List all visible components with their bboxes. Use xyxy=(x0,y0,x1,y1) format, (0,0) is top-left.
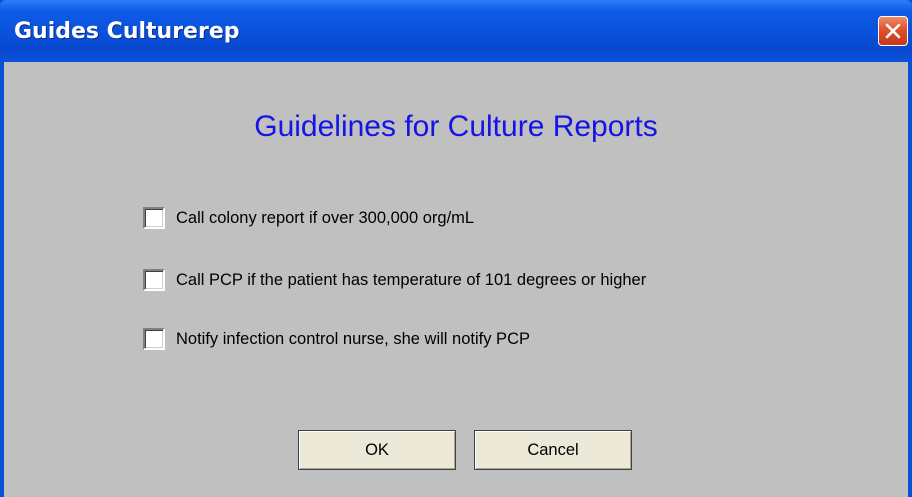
option-label: Call PCP if the patient has temperature … xyxy=(176,270,647,289)
checkbox[interactable] xyxy=(143,269,165,291)
option-call-colony-report[interactable]: Call colony report if over 300,000 org/m… xyxy=(143,205,474,231)
title-bar[interactable]: Guides Culturerep xyxy=(0,0,912,62)
option-label: Call colony report if over 300,000 org/m… xyxy=(176,208,475,227)
window-title: Guides Culturerep xyxy=(14,19,240,44)
dialog-window: Guides Culturerep Guidelines for Culture… xyxy=(0,0,912,497)
cancel-button[interactable]: Cancel xyxy=(474,430,632,470)
dialog-body: Guidelines for Culture Reports Call colo… xyxy=(4,62,908,497)
close-icon xyxy=(885,23,901,39)
checkbox[interactable] xyxy=(143,328,165,350)
option-notify-infection-control[interactable]: Notify infection control nurse, she will… xyxy=(143,326,530,352)
checkbox[interactable] xyxy=(143,207,165,229)
dialog-heading: Guidelines for Culture Reports xyxy=(254,110,658,143)
close-button[interactable] xyxy=(878,16,908,46)
option-call-pcp-temperature[interactable]: Call PCP if the patient has temperature … xyxy=(143,267,646,293)
ok-button[interactable]: OK xyxy=(298,430,456,470)
option-label: Notify infection control nurse, she will… xyxy=(176,329,530,348)
